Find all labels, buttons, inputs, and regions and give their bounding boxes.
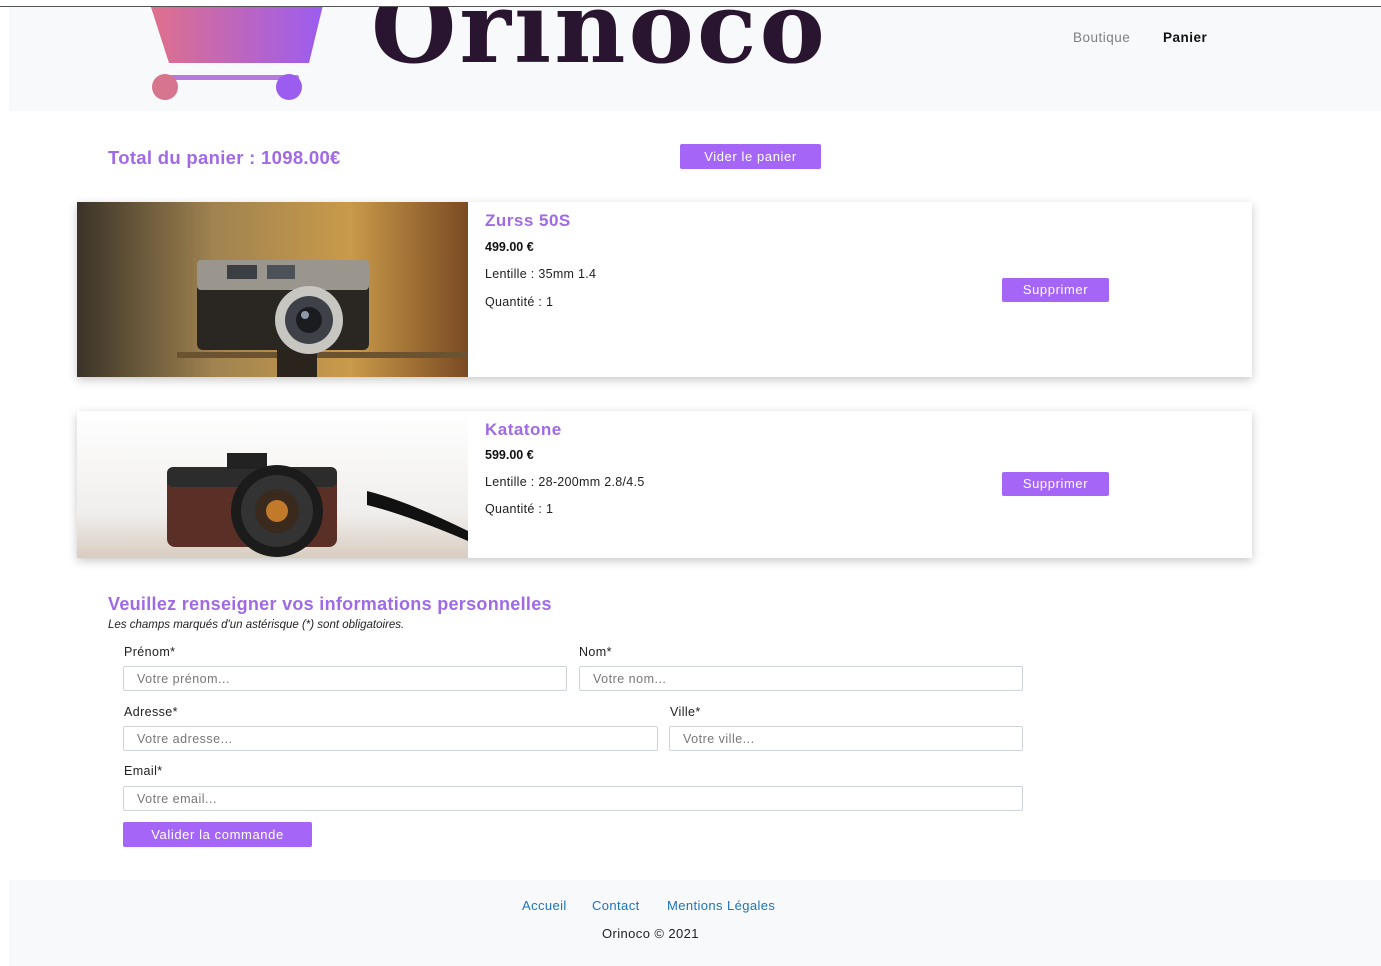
nav-link-panier[interactable]: Panier bbox=[1163, 30, 1207, 45]
product-name[interactable]: Katatone bbox=[485, 420, 562, 440]
product-image bbox=[77, 202, 468, 377]
cart-item: Katatone 599.00 € Lentille : 28-200mm 2.… bbox=[77, 411, 1252, 558]
city-label: Ville* bbox=[670, 705, 701, 719]
remove-item-button[interactable]: Supprimer bbox=[1002, 278, 1109, 302]
address-label: Adresse* bbox=[124, 705, 178, 719]
nav-link-boutique[interactable]: Boutique bbox=[1073, 30, 1130, 45]
product-lens: Lentille : 28-200mm 2.8/4.5 bbox=[485, 475, 645, 489]
product-quantity: Quantité : 1 bbox=[485, 502, 554, 516]
email-label: Email* bbox=[124, 764, 163, 778]
firstname-label: Prénom* bbox=[124, 645, 176, 659]
product-image bbox=[77, 411, 468, 558]
cart-item: Zurss 50S 499.00 € Lentille : 35mm 1.4 Q… bbox=[77, 202, 1252, 377]
product-quantity: Quantité : 1 bbox=[485, 295, 554, 309]
form-required-note: Les champs marqués d'un astérisque (*) s… bbox=[108, 619, 405, 631]
product-name[interactable]: Zurss 50S bbox=[485, 211, 571, 231]
logo-text[interactable]: Orinoco bbox=[371, 7, 828, 86]
lastname-input[interactable] bbox=[579, 666, 1023, 691]
footer-link-mentions-legales[interactable]: Mentions Légales bbox=[667, 898, 775, 913]
product-price: 499.00 € bbox=[485, 240, 534, 254]
address-input[interactable] bbox=[123, 726, 658, 751]
product-price: 599.00 € bbox=[485, 448, 534, 462]
remove-item-button[interactable]: Supprimer bbox=[1002, 472, 1109, 496]
site-header: Orinoco Boutique Panier bbox=[9, 7, 1381, 111]
email-input[interactable] bbox=[123, 786, 1023, 811]
footer-link-contact[interactable]: Contact bbox=[592, 898, 640, 913]
product-lens: Lentille : 35mm 1.4 bbox=[485, 267, 597, 281]
submit-order-button[interactable]: Valider la commande bbox=[123, 822, 312, 847]
copyright: Orinoco © 2021 bbox=[602, 926, 699, 941]
clear-cart-button[interactable]: Vider le panier bbox=[680, 144, 821, 169]
footer-link-accueil[interactable]: Accueil bbox=[522, 898, 567, 913]
site-footer: Accueil Contact Mentions Légales Orinoco… bbox=[9, 880, 1381, 966]
firstname-input[interactable] bbox=[123, 666, 567, 691]
form-title: Veuillez renseigner vos informations per… bbox=[108, 594, 552, 614]
cart-logo-icon[interactable] bbox=[139, 7, 329, 101]
lastname-label: Nom* bbox=[579, 645, 612, 659]
cart-total: Total du panier : 1098.00€ bbox=[108, 147, 341, 168]
city-input[interactable] bbox=[669, 726, 1023, 751]
